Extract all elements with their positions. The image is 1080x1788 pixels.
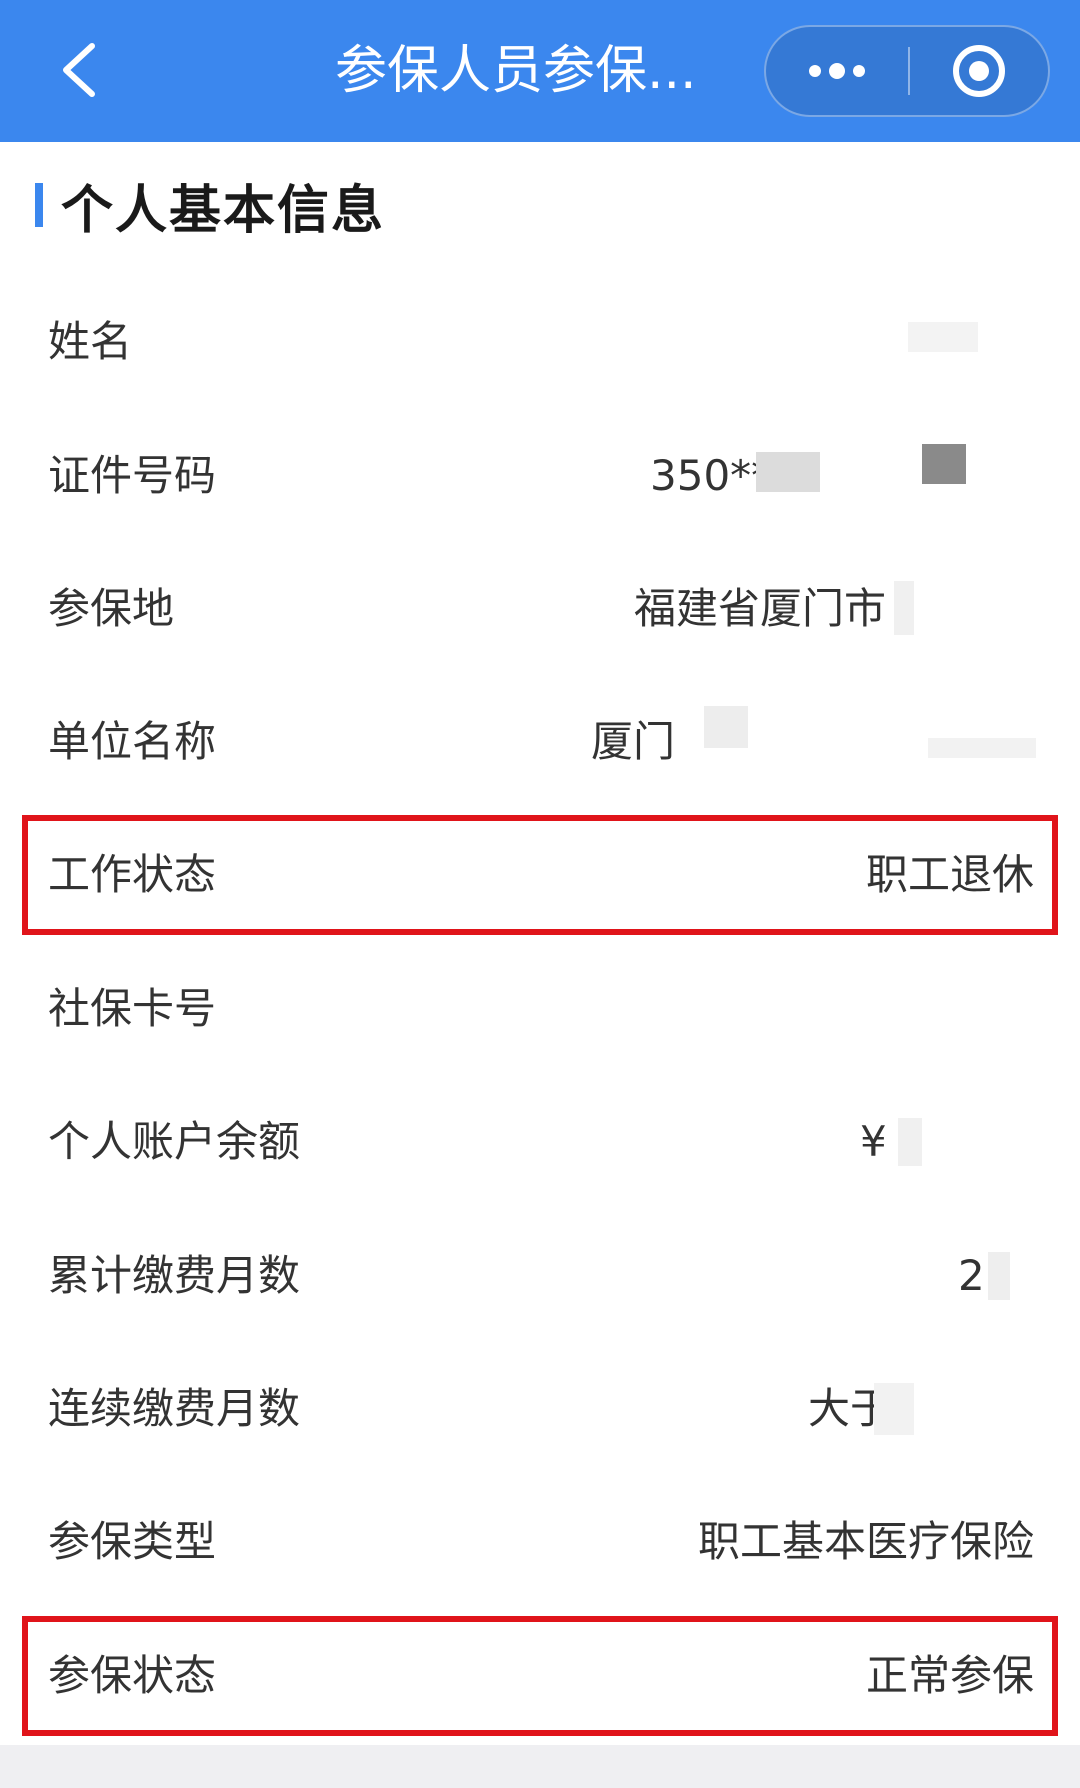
row-value: ¥	[860, 1117, 887, 1166]
mini-program-capsule	[764, 25, 1050, 117]
row-value: 2	[958, 1251, 985, 1300]
redaction-patch	[894, 581, 914, 635]
section-title: 个人基本信息	[61, 180, 386, 241]
row-label: 参保地	[48, 584, 175, 633]
row-label: 证件号码	[48, 451, 217, 500]
info-row-insurance-status: 参保状态 正常参保	[22, 1616, 1058, 1736]
more-button[interactable]	[766, 27, 908, 115]
redaction-patch	[988, 1252, 1010, 1300]
redaction-patch	[898, 1118, 922, 1166]
section-heading: 个人基本信息	[35, 170, 386, 241]
row-label: 单位名称	[48, 717, 217, 766]
row-value: 职工基本医疗保险	[697, 1517, 1034, 1566]
info-row-account-balance: 个人账户余额 ¥	[28, 1088, 1052, 1196]
row-label: 社保卡号	[48, 984, 217, 1033]
row-label: 连续缴费月数	[48, 1384, 301, 1433]
row-label: 个人账户余额	[48, 1117, 301, 1166]
info-row-insured-place: 参保地 福建省厦门市	[28, 555, 1052, 663]
redaction-patch	[908, 322, 978, 352]
row-value: 厦门	[591, 717, 676, 766]
redaction-patch	[922, 444, 966, 484]
more-dots-icon	[809, 63, 865, 79]
target-circle-icon	[953, 45, 1005, 97]
row-label: 工作状态	[48, 850, 217, 899]
row-value: 福建省厦门市	[634, 584, 887, 633]
row-label: 参保状态	[48, 1651, 217, 1700]
row-value: 职工退休	[865, 850, 1034, 899]
redaction-patch	[704, 706, 748, 748]
close-button[interactable]	[910, 27, 1048, 115]
info-row-name: 姓名	[28, 288, 1052, 396]
info-row-employer: 单位名称 厦门	[28, 688, 1052, 796]
info-row-insurance-type: 参保类型 职工基本医疗保险	[28, 1488, 1052, 1596]
row-label: 累计缴费月数	[48, 1251, 301, 1300]
page-bottom-background	[0, 1745, 1080, 1788]
row-label: 姓名	[48, 317, 133, 366]
info-row-continuous-months: 连续缴费月数 大于	[28, 1355, 1052, 1463]
redaction-patch	[874, 1383, 914, 1435]
info-row-total-months: 累计缴费月数 2	[28, 1222, 1052, 1330]
section-accent-bar	[35, 183, 43, 227]
top-nav-bar: 参保人员参保...	[0, 0, 1080, 142]
page-title: 参保人员参保...	[335, 41, 697, 101]
row-label: 参保类型	[48, 1517, 217, 1566]
redaction-patch	[756, 452, 820, 492]
info-row-work-status: 工作状态 职工退休	[22, 815, 1058, 935]
row-value: 350**	[650, 451, 773, 500]
info-row-social-card: 社保卡号	[28, 955, 1052, 1063]
info-row-id-number: 证件号码 350**	[28, 422, 1052, 530]
back-button[interactable]	[38, 30, 118, 110]
redaction-patch	[928, 738, 1036, 758]
chevron-left-icon	[63, 43, 95, 97]
row-value: 正常参保	[865, 1651, 1034, 1700]
